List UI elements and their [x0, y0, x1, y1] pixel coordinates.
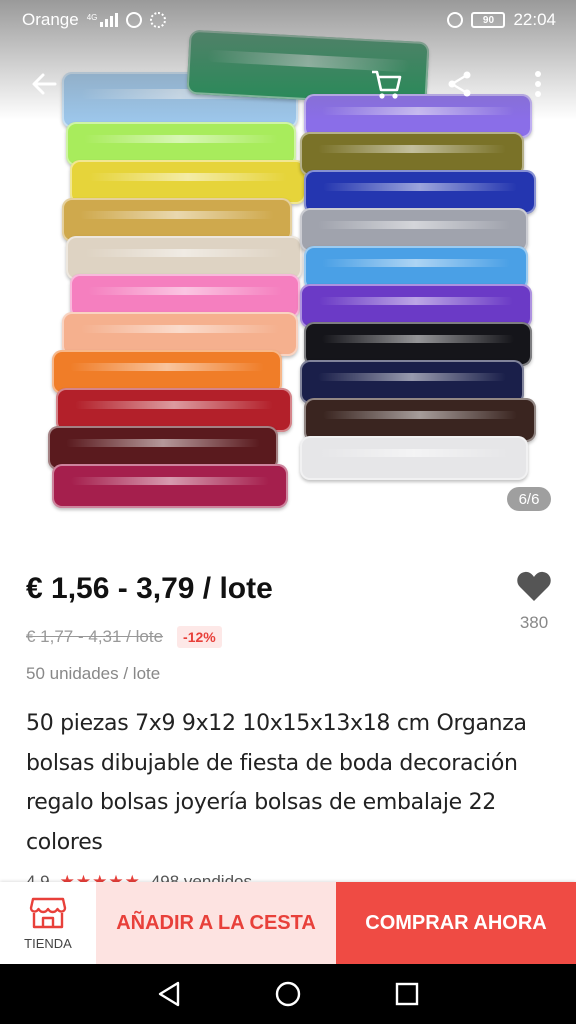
circle-home-icon — [275, 981, 301, 1007]
heart-icon — [517, 571, 551, 601]
battery-icon: 90 — [471, 12, 506, 28]
title-line: regalo bolsas joyería bolsas de embalaje… — [26, 790, 496, 815]
product-title: 50 piezas 7x9 9x12 10x15x13x18 cm Organz… — [26, 704, 556, 862]
android-recents-button[interactable] — [385, 972, 429, 1016]
back-arrow-icon — [32, 73, 57, 95]
share-icon — [448, 71, 471, 97]
cart-button[interactable] — [364, 62, 408, 106]
triangle-back-icon — [159, 981, 180, 1007]
add-to-cart-button[interactable]: AÑADIR A LA CESTA — [96, 882, 336, 964]
cart-icon — [372, 70, 402, 99]
store-icon — [29, 897, 67, 928]
buy-now-button[interactable]: COMPRAR AHORA — [336, 882, 576, 964]
more-options-button[interactable] — [516, 62, 560, 106]
title-line: colores — [26, 829, 103, 855]
android-navigation-bar — [0, 964, 576, 1024]
square-recents-icon — [395, 982, 418, 1006]
price-range: € 1,56 - 3,79 / lote — [26, 572, 273, 605]
carrier-name: Orange — [22, 10, 79, 29]
signal-icon: 4G — [87, 13, 119, 27]
back-button[interactable] — [22, 62, 66, 106]
more-vert-icon — [535, 71, 541, 97]
title-line: 50 piezas 7x9 9x12 10x15x13x18 cm Organz… — [26, 711, 527, 736]
original-price: € 1,77 - 4,31 / lote — [26, 627, 164, 646]
units-per-lot: 50 unidades / lote — [26, 664, 161, 683]
discount-badge: -12% — [177, 626, 222, 648]
wishlist-count: 380 — [519, 613, 549, 632]
alarm-icon — [447, 12, 464, 28]
image-counter: 6/6 — [507, 487, 551, 511]
android-back-button[interactable] — [147, 972, 191, 1016]
title-line: bolsas dibujable de fiesta de boda decor… — [26, 750, 518, 776]
network-type: 4G — [86, 13, 98, 22]
price-row: € 1,77 - 4,31 / lote -12% — [26, 626, 222, 648]
status-bar: Orange 4G 90 22:04 — [0, 0, 576, 40]
bottom-action-bar: TIENDA AÑADIR A LA CESTA COMPRAR AHORA — [0, 882, 576, 964]
share-button[interactable] — [438, 62, 482, 106]
wishlist-button[interactable]: 380 — [508, 570, 560, 633]
android-home-button[interactable] — [266, 972, 310, 1016]
store-label: TIENDA — [24, 935, 72, 951]
whatsapp-icon — [126, 12, 143, 28]
organza-bag — [300, 436, 528, 480]
store-button[interactable]: TIENDA — [0, 882, 96, 964]
app-notification-icon — [150, 12, 167, 28]
top-nav — [0, 62, 576, 106]
clock: 22:04 — [513, 10, 556, 29]
organza-bag — [52, 464, 288, 508]
